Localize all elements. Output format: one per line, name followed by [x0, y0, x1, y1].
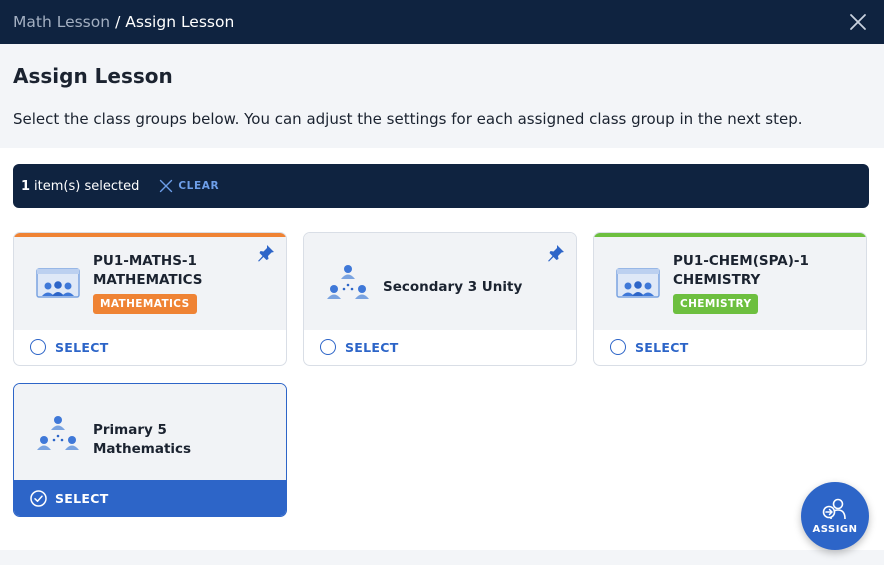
select-label: SELECT — [55, 339, 109, 355]
select-label: SELECT — [55, 490, 109, 506]
card-text: Primary 5 Mathematics — [93, 421, 256, 459]
class-card-secondary-3-unity[interactable]: Secondary 3 Unity SELECT — [303, 232, 577, 366]
breadcrumb-separator: / — [115, 13, 121, 31]
class-name: MATHEMATICS — [93, 272, 203, 288]
group-icon — [37, 416, 79, 450]
page-header: Assign Lesson Select the class groups be… — [0, 44, 884, 148]
class-card-pu1-maths-1[interactable]: PU1-MATHS-1 MATHEMATICS MATHEMATICS SELE… — [13, 232, 287, 366]
select-label: SELECT — [345, 339, 399, 355]
class-name: Secondary 3 Unity — [383, 279, 523, 295]
class-name: CHEMISTRY — [673, 272, 761, 288]
class-name-line-2: Mathematics — [93, 441, 192, 457]
close-icon — [850, 14, 866, 30]
clear-selection-button[interactable]: CLEAR — [159, 179, 219, 193]
card-text: PU1-CHEM(SPA)-1 CHEMISTRY CHEMISTRY — [673, 252, 836, 314]
select-button[interactable]: SELECT — [14, 329, 286, 365]
select-button[interactable]: SELECT — [14, 480, 286, 516]
top-bar: Math Lesson / Assign Lesson — [0, 0, 884, 44]
pin-icon[interactable] — [546, 243, 566, 263]
check-circle-icon — [30, 489, 47, 507]
pin-icon[interactable] — [256, 243, 276, 263]
group-icon — [327, 265, 369, 299]
close-button[interactable] — [846, 10, 870, 34]
page-description: Select the class groups below. You can a… — [13, 110, 803, 128]
selected-count: 1 — [21, 178, 31, 194]
breadcrumb-current: Assign Lesson — [125, 13, 235, 31]
class-card-pu1-chem-spa-1[interactable]: PU1-CHEM(SPA)-1 CHEMISTRY CHEMISTRY SELE… — [593, 232, 867, 366]
selection-bar: 1 item(s) selected CLEAR — [13, 164, 869, 208]
select-button[interactable]: SELECT — [304, 329, 576, 365]
card-text: Secondary 3 Unity — [383, 278, 546, 297]
classroom-icon — [36, 268, 80, 298]
breadcrumb-parent[interactable]: Math Lesson — [13, 13, 110, 31]
select-button[interactable]: SELECT — [594, 329, 866, 365]
radio-icon — [610, 339, 626, 355]
class-code: PU1-CHEM(SPA)-1 — [673, 253, 809, 269]
card-text: PU1-MATHS-1 MATHEMATICS MATHEMATICS — [93, 252, 256, 314]
radio-icon — [30, 339, 46, 355]
class-code: PU1-MATHS-1 — [93, 253, 197, 269]
class-card-primary-5-mathematics[interactable]: Primary 5 Mathematics SELECT — [13, 383, 287, 517]
subject-tag: CHEMISTRY — [673, 294, 759, 314]
selected-count-label: item(s) selected — [34, 178, 140, 194]
clear-label: CLEAR — [178, 180, 220, 192]
card-accent-bar — [594, 233, 866, 237]
assign-label: ASSIGN — [812, 524, 858, 535]
clear-icon — [160, 179, 173, 193]
class-name-line-1: Primary 5 — [93, 422, 167, 438]
page-title: Assign Lesson — [13, 64, 173, 88]
subject-tag: MATHEMATICS — [93, 294, 197, 314]
assign-user-icon — [822, 498, 846, 520]
class-group-list: 1 item(s) selected CLEAR PU1-MATHS-1 MAT… — [0, 148, 884, 550]
card-accent-bar — [14, 233, 286, 237]
radio-icon — [320, 339, 336, 355]
classroom-icon — [616, 268, 660, 298]
assign-button[interactable]: ASSIGN — [801, 482, 869, 550]
select-label: SELECT — [635, 339, 689, 355]
footer-strip — [0, 550, 884, 565]
